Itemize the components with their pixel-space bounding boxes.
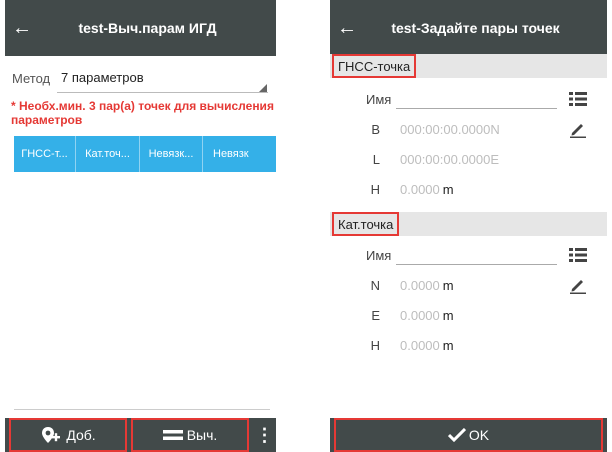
- add-button[interactable]: Доб.: [9, 418, 127, 452]
- gnss-h-row: H 0.0000 m: [330, 174, 607, 204]
- gnss-h-value[interactable]: 0.0000 m: [400, 182, 454, 197]
- cat-e-key: E: [371, 308, 380, 323]
- method-select[interactable]: Метод 7 параметров: [9, 64, 272, 98]
- cat-h-row: H 0.0000 m: [330, 330, 607, 360]
- cat-n-value[interactable]: 0.0000 m: [400, 278, 454, 293]
- cat-h-unit: m: [442, 338, 454, 353]
- list-icon[interactable]: [569, 246, 587, 264]
- cat-e-value[interactable]: 0.0000 m: [400, 308, 454, 323]
- column-cat-point[interactable]: Кат.точ...: [76, 136, 140, 172]
- gnss-b-key: B: [371, 122, 380, 137]
- gnss-name-row: Имя: [330, 84, 607, 114]
- add-point-icon: [42, 427, 61, 443]
- gnss-l-value[interactable]: 000:00:00.0000E: [400, 152, 499, 167]
- cat-e-number: 0.0000: [400, 308, 440, 323]
- calculate-button[interactable]: Выч.: [131, 418, 249, 452]
- equals-icon: [162, 430, 183, 440]
- ok-button[interactable]: OK: [334, 418, 603, 452]
- title-bar: ← test-Выч.парам ИГД: [5, 0, 276, 56]
- cat-h-key: H: [370, 338, 380, 353]
- warning-text: * Необх.мин. 3 пар(а) точек для вычислен…: [11, 99, 274, 127]
- cat-h-value[interactable]: 0.0000 m: [400, 338, 454, 353]
- gnss-name-input[interactable]: [396, 108, 557, 109]
- cat-name-input[interactable]: [396, 264, 557, 265]
- cat-n-number: 0.0000: [400, 278, 440, 293]
- bottom-toolbar: OK: [330, 418, 607, 452]
- cat-name-row: Имя: [330, 240, 607, 270]
- edit-pencil-icon[interactable]: [569, 120, 587, 138]
- calculate-button-label: Выч.: [186, 427, 218, 443]
- gnss-section-label: ГНСС-точка: [332, 54, 417, 78]
- gnss-h-unit: m: [442, 182, 454, 197]
- screen-title: test-Задайте пары точек: [391, 20, 560, 36]
- gnss-l-row: L 000:00:00.0000E: [330, 144, 607, 174]
- ok-button-label: OK: [468, 427, 490, 443]
- cat-section-header: Кат.точка: [330, 212, 607, 236]
- gnss-h-number: 0.0000: [400, 182, 440, 197]
- cat-n-key: N: [370, 278, 380, 293]
- edit-pencil-icon[interactable]: [569, 276, 587, 294]
- method-label: Метод: [12, 71, 51, 86]
- cat-n-row: N 0.0000 m: [330, 270, 607, 300]
- cat-e-unit: m: [442, 308, 454, 323]
- list-icon[interactable]: [569, 90, 587, 108]
- gnss-b-row: B 000:00:00.0000N: [330, 114, 607, 144]
- title-bar: ← test-Задайте пары точек: [330, 0, 607, 56]
- dropdown-corner-icon: [259, 84, 267, 92]
- add-button-label: Доб.: [66, 427, 96, 443]
- gnss-section-header: ГНСС-точка: [330, 54, 607, 78]
- column-gnss-point[interactable]: ГНСС-т...: [14, 136, 76, 172]
- gnss-b-value[interactable]: 000:00:00.0000N: [400, 122, 500, 137]
- gnss-l-key: L: [372, 152, 380, 167]
- method-underline: [57, 92, 268, 93]
- cat-name-label: Имя: [366, 248, 392, 263]
- gnss-name-label: Имя: [366, 92, 392, 107]
- cat-n-unit: m: [442, 278, 454, 293]
- bottom-toolbar: Доб. Выч. ⋮: [5, 418, 276, 452]
- method-value[interactable]: 7 параметров: [61, 70, 144, 85]
- more-menu-icon[interactable]: ⋮: [253, 418, 276, 452]
- cat-h-number: 0.0000: [400, 338, 440, 353]
- column-residual-2[interactable]: Невязк: [203, 136, 276, 172]
- divider: [14, 409, 270, 410]
- cat-e-row: E 0.0000 m: [330, 300, 607, 330]
- back-arrow-icon[interactable]: ←: [330, 0, 364, 56]
- column-residual-1[interactable]: Невязк...: [140, 136, 203, 172]
- calc-params-screen: ← test-Выч.парам ИГД Метод 7 параметров …: [5, 0, 276, 452]
- table-header: ГНСС-т... Кат.точ... Невязк... Невязк: [14, 136, 276, 172]
- point-pair-screen: ← test-Задайте пары точек ГНСС-точка Имя…: [330, 0, 607, 452]
- cat-section-label: Кат.точка: [332, 212, 400, 236]
- checkmark-icon: [447, 428, 466, 442]
- gnss-h-key: H: [370, 182, 380, 197]
- back-arrow-icon[interactable]: ←: [5, 0, 39, 56]
- screen-title: test-Выч.парам ИГД: [78, 20, 217, 36]
